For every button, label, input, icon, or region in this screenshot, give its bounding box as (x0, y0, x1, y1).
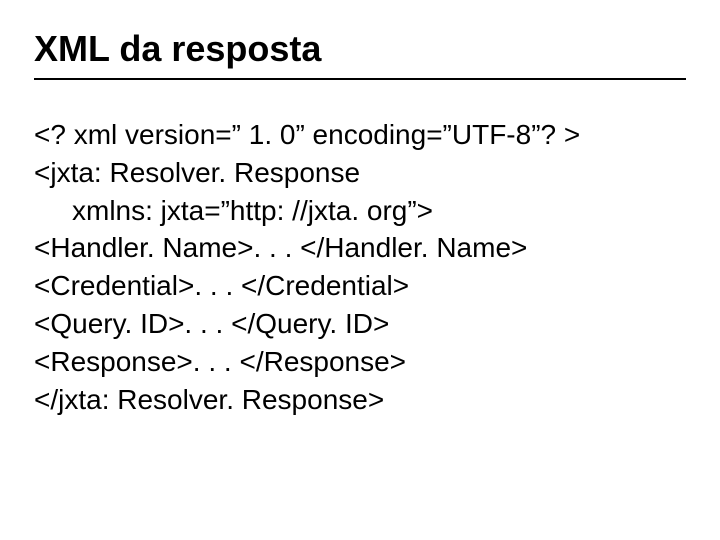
xml-body: <? xml version=” 1. 0” encoding=”UTF-8”?… (34, 116, 686, 418)
xml-line-6: <Query. ID>. . . </Query. ID> (34, 305, 686, 343)
xml-line-5: <Credential>. . . </Credential> (34, 267, 686, 305)
xml-line-8: </jxta: Resolver. Response> (34, 381, 686, 419)
xml-line-3: xmlns: jxta=”http: //jxta. org”> (34, 192, 686, 230)
xml-line-2: <jxta: Resolver. Response (34, 154, 686, 192)
xml-line-7: <Response>. . . </Response> (34, 343, 686, 381)
xml-line-1: <? xml version=” 1. 0” encoding=”UTF-8”?… (34, 116, 686, 154)
slide: XML da resposta <? xml version=” 1. 0” e… (0, 0, 720, 540)
title-underline (34, 78, 686, 80)
xml-line-4: <Handler. Name>. . . </Handler. Name> (34, 229, 686, 267)
slide-title: XML da resposta (34, 28, 686, 70)
